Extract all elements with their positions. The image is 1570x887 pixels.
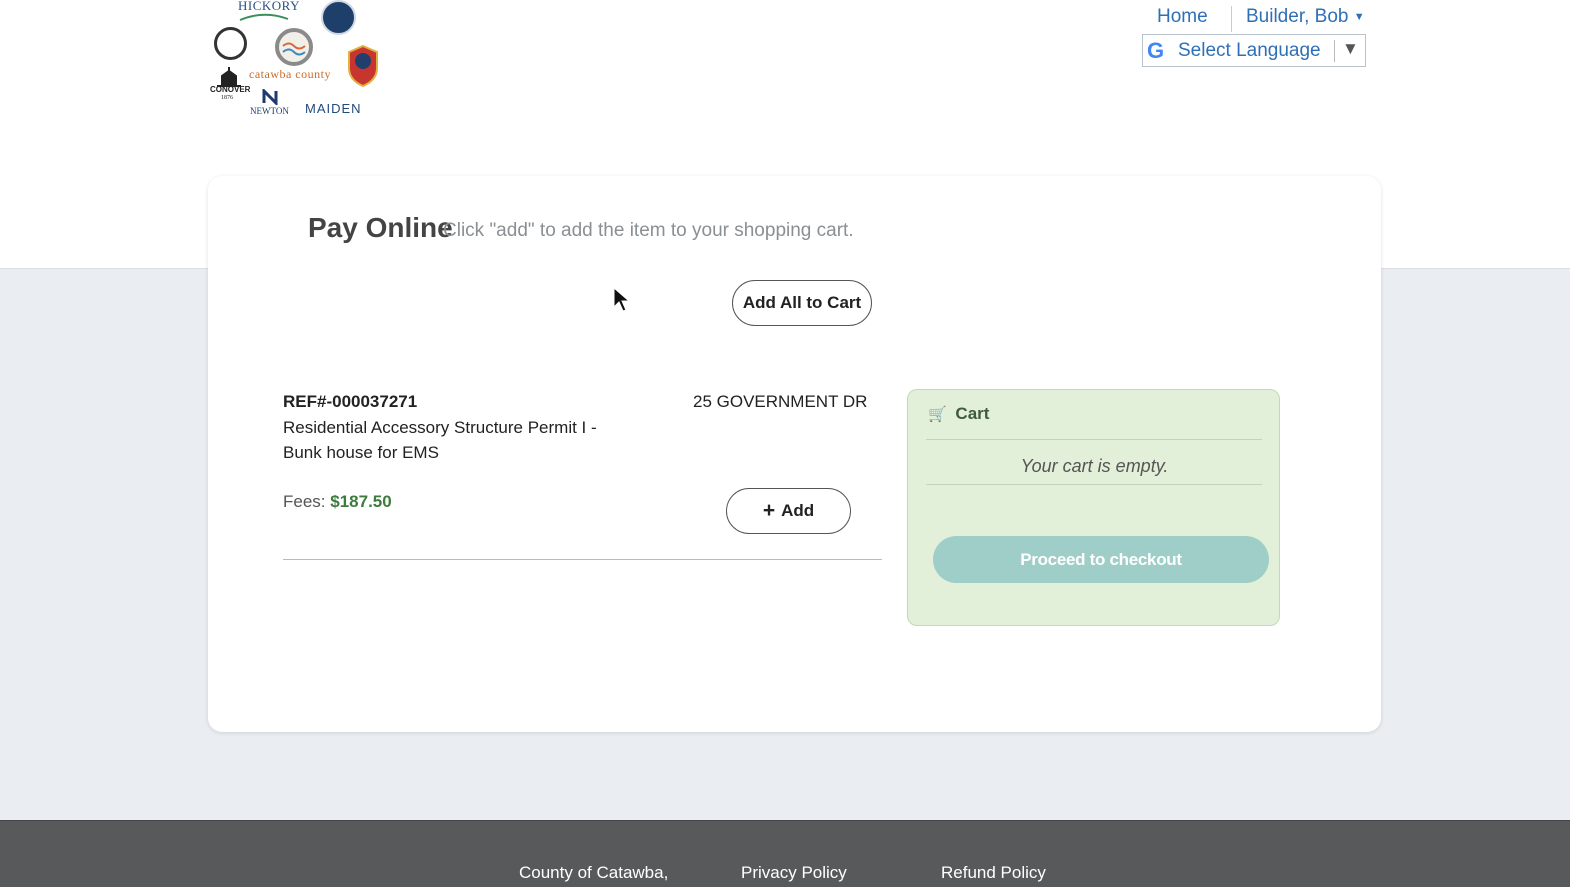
newton-mark-icon <box>262 89 278 105</box>
item-address: 25 GOVERNMENT DR <box>693 392 868 411</box>
user-menu-link[interactable]: Builder, Bob ▼ <box>1246 6 1365 28</box>
newton-logo: NEWTON <box>250 106 289 116</box>
language-select-label: Select Language <box>1178 40 1321 61</box>
dropdown-arrow-icon: ▼ <box>1342 39 1359 58</box>
caret-down-icon: ▼ <box>1353 10 1365 23</box>
add-all-to-cart-button[interactable]: Add All to Cart <box>732 280 872 326</box>
top-nav: Home Builder, Bob ▼ <box>1140 6 1370 32</box>
language-select-divider <box>1334 40 1335 62</box>
fees-amount: $187.50 <box>330 492 392 511</box>
cart-divider-top <box>926 439 1262 440</box>
item-description: Residential Accessory Structure Permit I… <box>283 418 597 462</box>
plus-icon: + <box>762 499 776 522</box>
footer: County of Catawba, Privacy Policy Refund… <box>0 820 1570 887</box>
home-link[interactable]: Home <box>1157 6 1208 28</box>
add-item-label: Add <box>781 501 815 520</box>
catawba-wave-icon <box>282 42 306 56</box>
fees-label: Fees: <box>283 492 326 511</box>
footer-privacy-policy-link[interactable]: Privacy Policy <box>741 863 847 883</box>
google-icon: G <box>1147 38 1165 63</box>
hickory-swoosh-icon <box>239 13 289 21</box>
footer-county-link[interactable]: County of Catawba, <box>519 863 668 883</box>
conover-logo: CONOVER <box>210 85 251 94</box>
cart-header: 🛒 Cart <box>928 404 989 424</box>
nav-divider <box>1231 6 1232 32</box>
language-select[interactable]: G Select Language ▼ <box>1142 34 1366 67</box>
municipal-logos: HICKORY catawba county CONOVER 1876 NEWT… <box>208 0 383 125</box>
shield-emblem-icon <box>348 44 378 88</box>
item-reference: REF#-000037271 <box>283 392 418 411</box>
pay-online-card: Pay Online Click "add" to add the item t… <box>208 176 1381 732</box>
cart-empty-message: Your cart is empty. <box>1020 456 1169 476</box>
page-title: Pay Online <box>308 212 453 243</box>
conover-year: 1876 <box>221 95 233 101</box>
cart-panel: 🛒 Cart Your cart is empty. Proceed to ch… <box>907 389 1280 626</box>
add-item-button[interactable]: + Add <box>726 488 851 534</box>
page-subtitle: Click "add" to add the item to your shop… <box>443 220 854 241</box>
cart-title: Cart <box>955 404 990 423</box>
maiden-logo: MAIDEN <box>305 101 362 116</box>
footer-refund-policy-link[interactable]: Refund Policy <box>941 863 1046 883</box>
user-name: Builder, Bob <box>1246 6 1349 27</box>
cart-icon: 🛒 <box>928 406 947 423</box>
long-view-seal-icon <box>214 27 247 60</box>
cart-divider-bottom <box>926 484 1262 485</box>
mouse-cursor-icon <box>613 287 631 312</box>
proceed-to-checkout-button[interactable]: Proceed to checkout <box>933 536 1269 583</box>
item-divider <box>283 559 882 560</box>
catawba-county-logo: catawba county <box>249 67 331 81</box>
claremont-seal-icon <box>321 0 356 35</box>
item-fees: Fees: $187.50 <box>283 492 392 512</box>
